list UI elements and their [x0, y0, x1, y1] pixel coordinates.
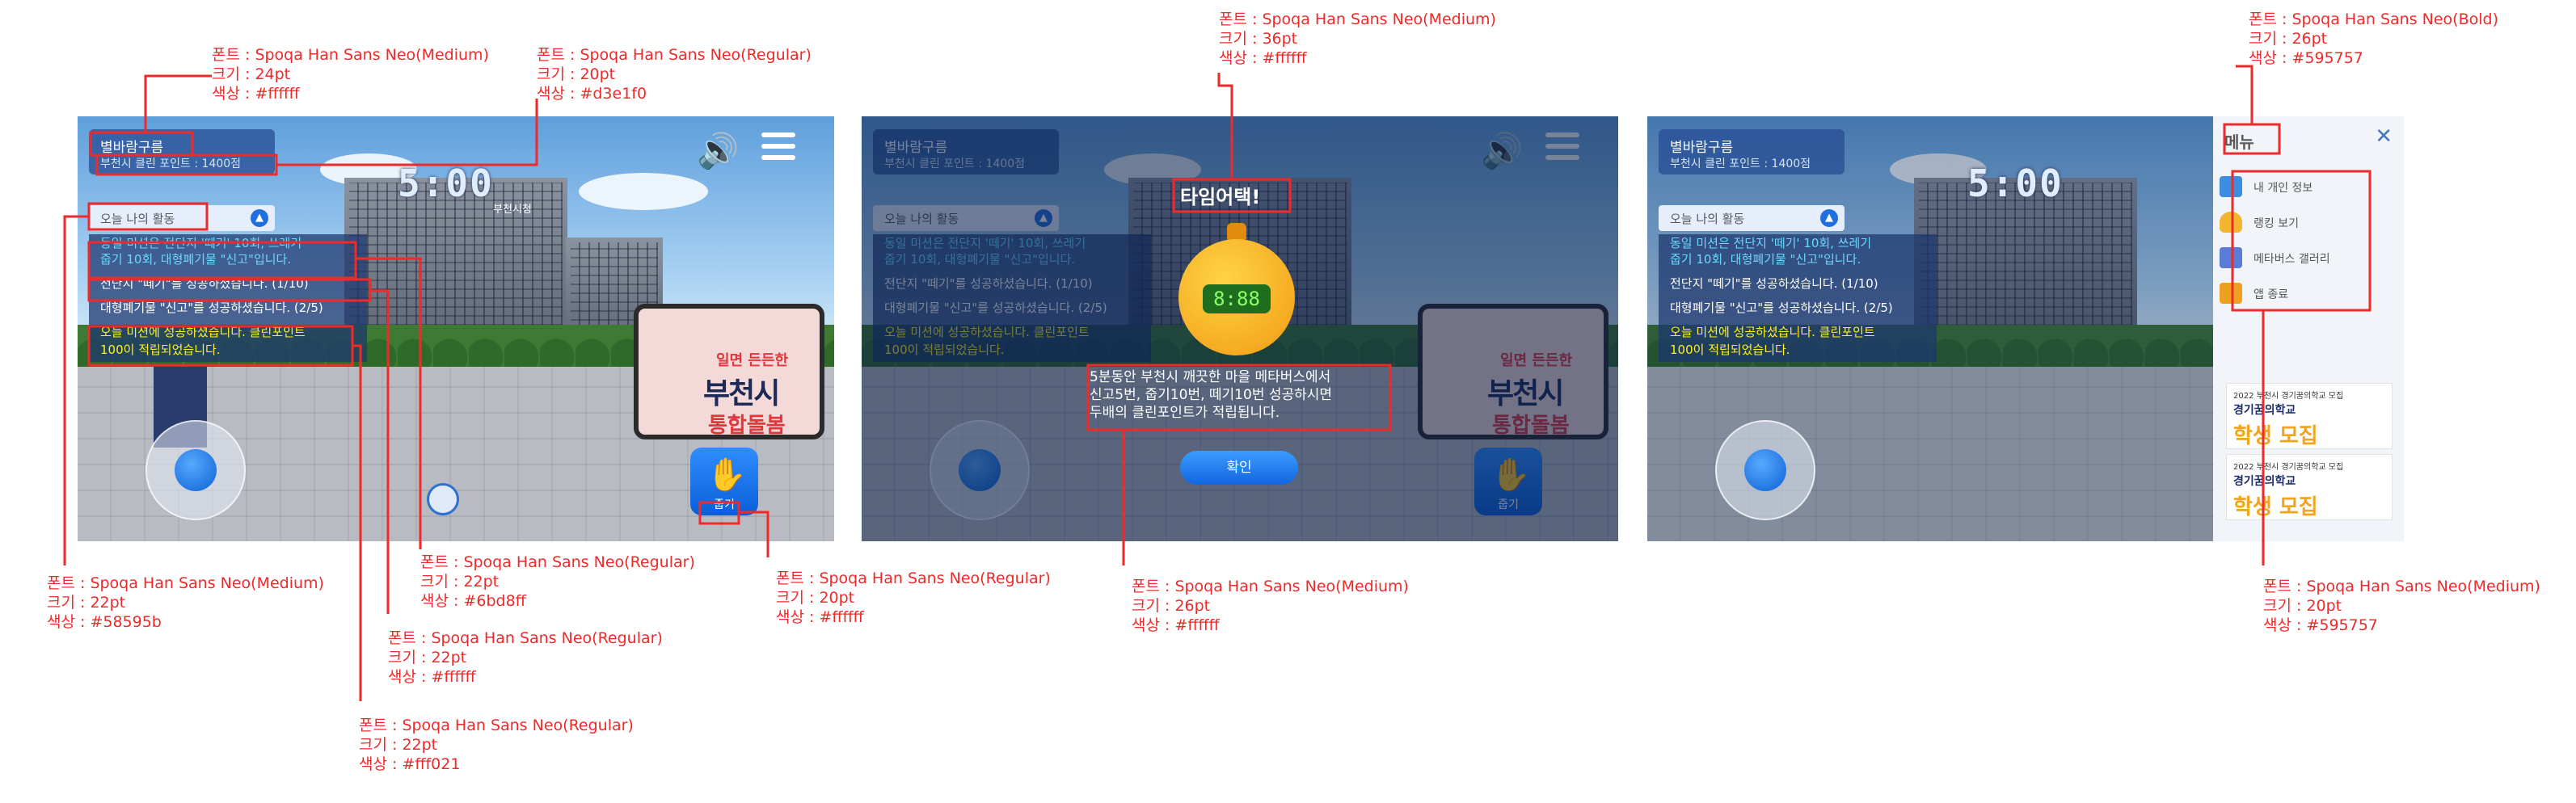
annotation-box	[2231, 170, 2372, 312]
annotation-box	[1086, 364, 1392, 431]
annotation-box	[87, 202, 209, 231]
annotation-line	[739, 511, 769, 557]
annotation-activity-white: 폰트 : Spoqa Han Sans Neo(Regular) 크기 : 22p…	[388, 629, 663, 686]
annotation-activity-title: 폰트 : Spoqa Han Sans Neo(Medium) 크기 : 22pt…	[47, 574, 324, 631]
annotation-points: 폰트 : Spoqa Han Sans Neo(Regular) 크기 : 20p…	[537, 46, 812, 103]
annotation-line	[1217, 73, 1233, 179]
annotation-box	[89, 131, 194, 157]
annotation-box	[87, 278, 372, 302]
annotation-box	[1172, 178, 1292, 213]
annotation-popup-message: 폰트 : Spoqa Han Sans Neo(Medium) 크기 : 26pt…	[1132, 578, 1409, 634]
annotation-box	[95, 153, 278, 176]
annotation-pickup: 폰트 : Spoqa Han Sans Neo(Regular) 크기 : 20p…	[776, 570, 1051, 626]
annotation-line	[63, 215, 89, 565]
annotation-line	[2236, 65, 2253, 124]
annotation-name: 폰트 : Spoqa Han Sans Neo(Medium) 크기 : 24pt…	[212, 46, 489, 103]
annotation-activity-yellow: 폰트 : Spoqa Han Sans Neo(Regular) 크기 : 22p…	[359, 717, 634, 773]
annotation-box	[698, 501, 740, 525]
annotation-line	[352, 344, 362, 701]
annotation-menu-items: 폰트 : Spoqa Han Sans Neo(Medium) 크기 : 20pt…	[2263, 578, 2540, 634]
annotation-line	[144, 74, 212, 132]
annotation-box	[2223, 123, 2281, 155]
annotation-line	[276, 99, 538, 166]
annotation-activity-blue: 폰트 : Spoqa Han Sans Neo(Regular) 크기 : 22p…	[420, 553, 695, 610]
annotation-box	[87, 325, 354, 367]
annotation-popup-title: 폰트 : Spoqa Han Sans Neo(Medium) 크기 : 36pt…	[1219, 11, 1496, 67]
annotation-menu-title: 폰트 : Spoqa Han Sans Neo(Bold) 크기 : 26pt 색상…	[2249, 11, 2498, 67]
annotation-overlay	[63, 65, 2372, 701]
annotation-line	[370, 289, 390, 614]
annotation-box	[87, 241, 357, 280]
